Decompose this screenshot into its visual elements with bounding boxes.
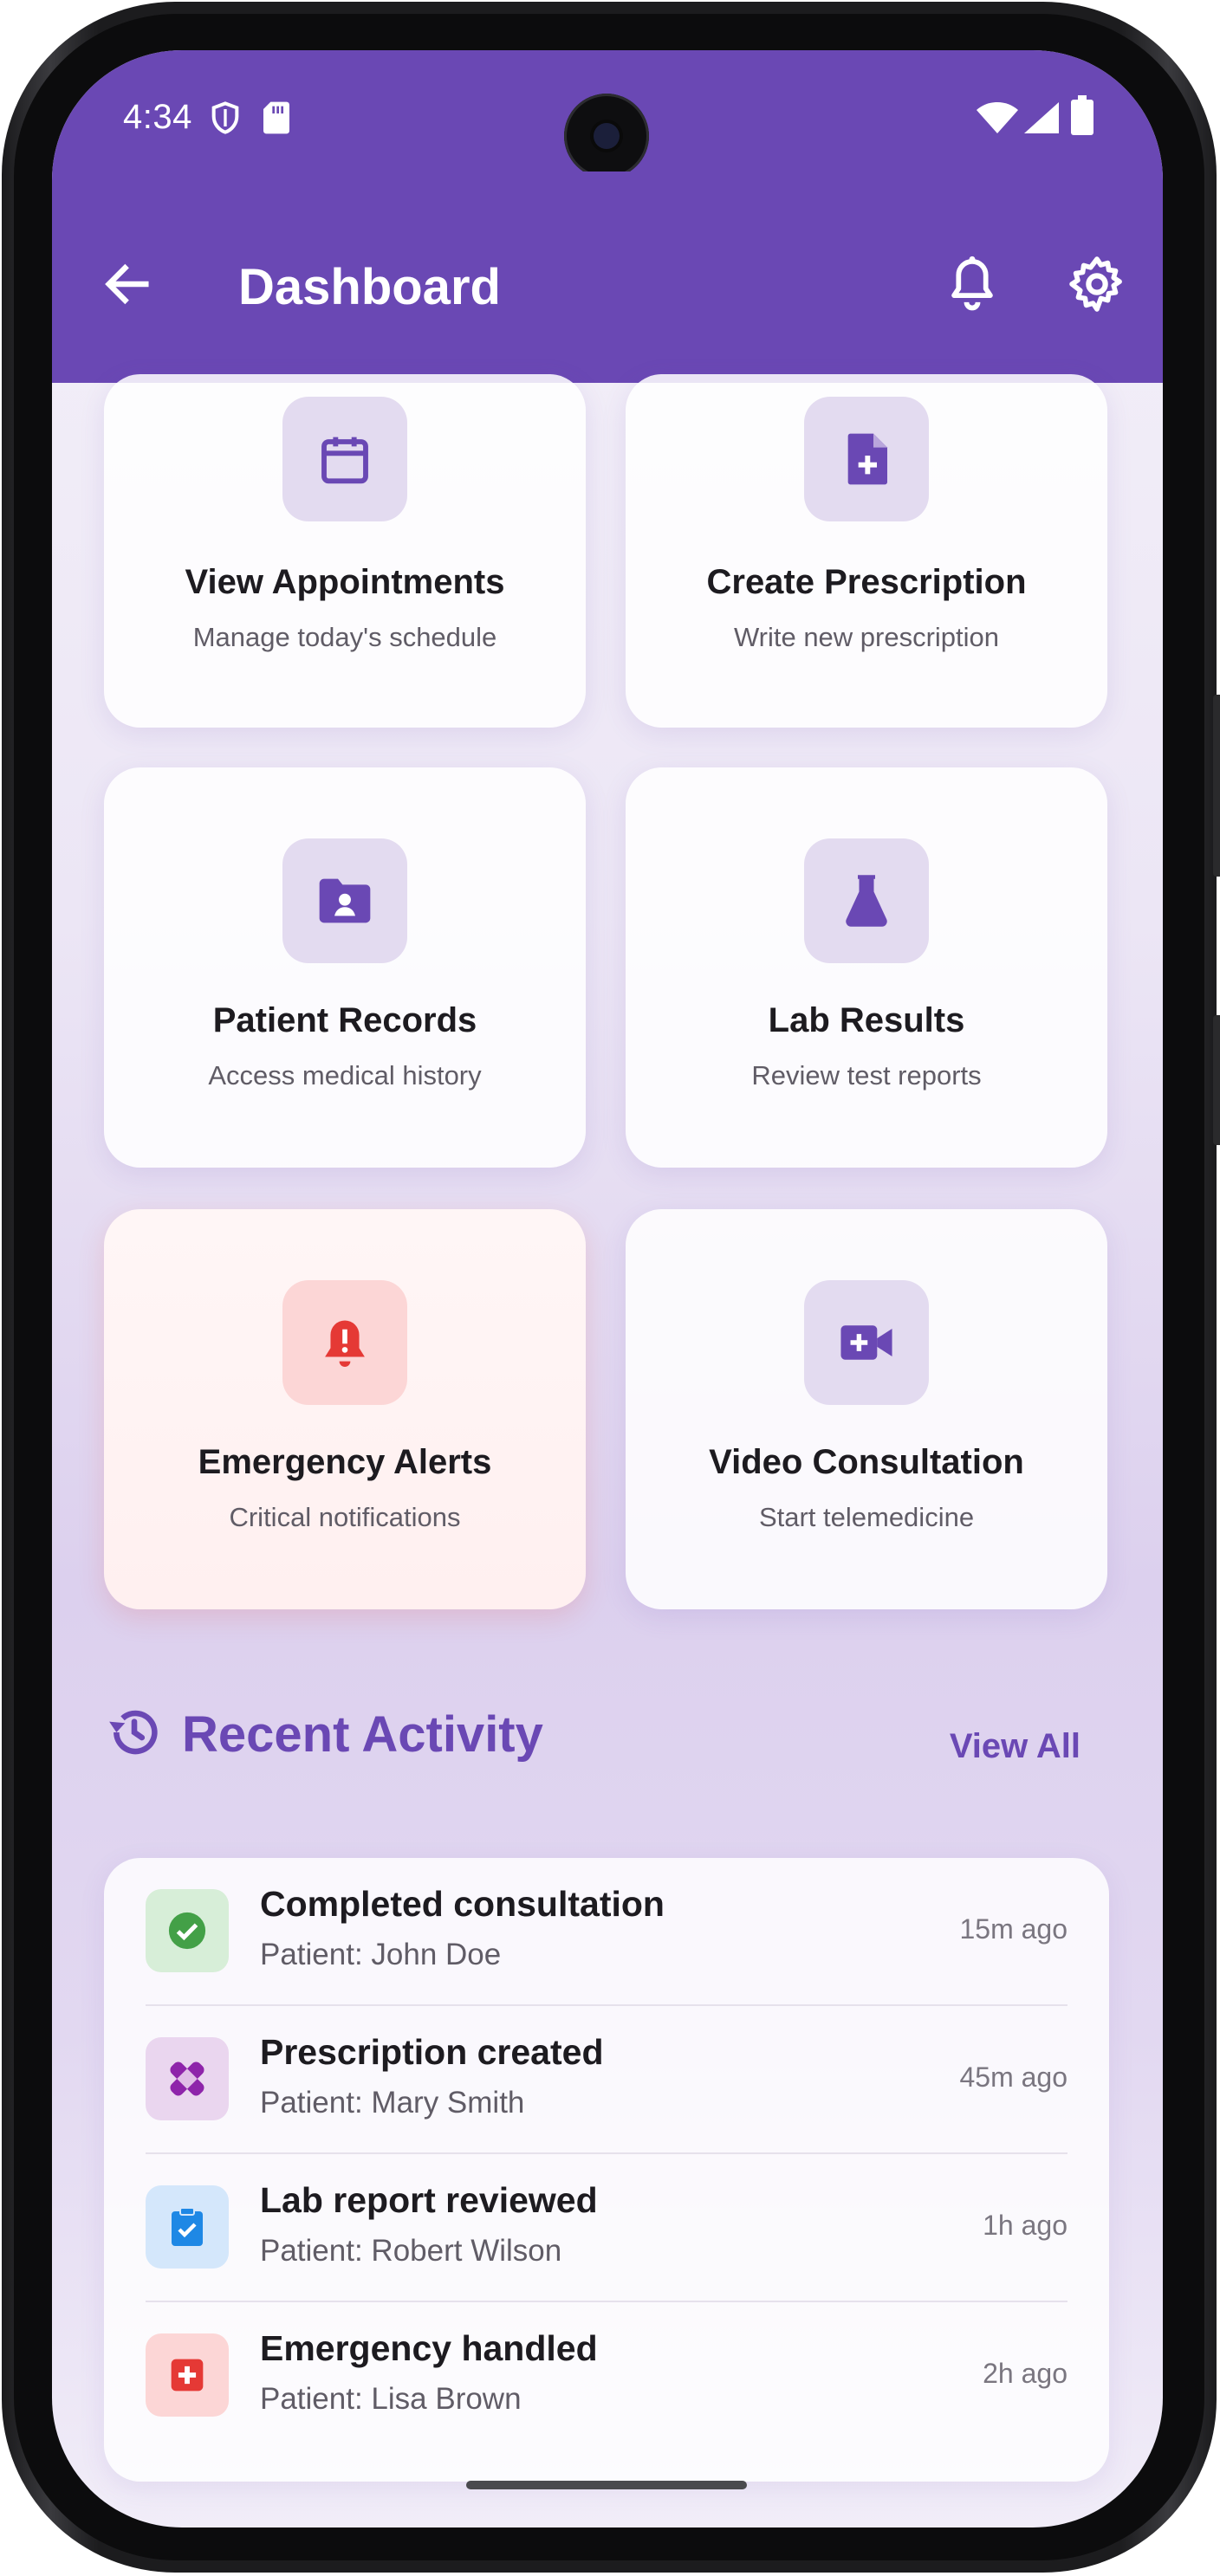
bandage-icon — [146, 2037, 229, 2120]
page-title: Dashboard — [238, 259, 501, 315]
card-patient-records[interactable]: Patient Records Access medical history — [104, 767, 586, 1168]
flask-icon — [804, 838, 929, 963]
back-arrow-icon[interactable] — [100, 256, 155, 316]
notification-bell-icon[interactable] — [944, 255, 1000, 318]
signal-icon — [1022, 100, 1061, 139]
volume-button — [1213, 695, 1220, 877]
screen: 4:34 Dashboard View Appointments Manage … — [52, 50, 1163, 2527]
card-subtitle: Access medical history — [208, 1060, 482, 1091]
card-video-consultation[interactable]: Video Consultation Start telemedicine — [626, 1209, 1107, 1609]
activity-title: Completed consultation — [260, 1884, 665, 1924]
activity-patient: Patient: Robert Wilson — [260, 2234, 562, 2268]
recent-activity-header: Recent Activity — [106, 1704, 543, 1765]
card-title: View Appointments — [185, 563, 505, 601]
activity-item[interactable]: Lab report reviewed Patient: Robert Wils… — [146, 2154, 1068, 2302]
battery-icon — [1071, 95, 1093, 139]
card-subtitle: Review test reports — [751, 1060, 982, 1091]
power-button — [1213, 1015, 1220, 1145]
card-title: Emergency Alerts — [198, 1443, 492, 1481]
check-circle-icon — [146, 1889, 229, 1972]
activity-title: Prescription created — [260, 2032, 604, 2072]
card-subtitle: Critical notifications — [229, 1502, 461, 1532]
card-title: Patient Records — [212, 1001, 477, 1039]
medical-cross-icon — [146, 2333, 229, 2417]
card-title: Create Prescription — [706, 563, 1027, 601]
document-plus-icon — [804, 397, 929, 521]
clipboard-check-icon — [146, 2185, 229, 2269]
activity-item[interactable]: Prescription created Patient: Mary Smith… — [146, 2006, 1068, 2154]
card-lab-results[interactable]: Lab Results Review test reports — [626, 767, 1107, 1168]
dashboard-content: View Appointments Manage today's schedul… — [52, 374, 1163, 2527]
card-view-appointments[interactable]: View Appointments Manage today's schedul… — [104, 374, 586, 728]
shield-icon — [208, 99, 243, 141]
status-time: 4:34 — [123, 98, 192, 136]
wifi-icon — [976, 100, 1019, 139]
card-title: Lab Results — [768, 1001, 965, 1039]
app-bar: Dashboard — [52, 172, 1163, 383]
view-all-link[interactable]: View All — [950, 1727, 1080, 1766]
activity-item[interactable]: Completed consultation Patient: John Doe… — [146, 1858, 1068, 2006]
sd-card-icon — [262, 100, 291, 139]
patient-folder-icon — [282, 838, 407, 963]
section-title: Recent Activity — [182, 1706, 543, 1763]
activity-time: 15m ago — [959, 1913, 1068, 1945]
card-subtitle: Write new prescription — [733, 622, 1000, 652]
card-subtitle: Manage today's schedule — [192, 622, 497, 652]
activity-title: Emergency handled — [260, 2328, 598, 2368]
activity-patient: Patient: John Doe — [260, 1938, 502, 1971]
activity-time: 2h ago — [983, 2358, 1068, 2389]
card-title: Video Consultation — [709, 1443, 1024, 1481]
card-emergency-alerts[interactable]: Emergency Alerts Critical notifications — [104, 1209, 586, 1609]
video-plus-icon — [804, 1280, 929, 1405]
status-bar: 4:34 — [52, 50, 1163, 178]
activity-patient: Patient: Mary Smith — [260, 2086, 525, 2120]
calendar-icon — [282, 397, 407, 521]
card-subtitle: Start telemedicine — [758, 1502, 975, 1532]
card-create-prescription[interactable]: Create Prescription Write new prescripti… — [626, 374, 1107, 728]
activity-list: Completed consultation Patient: John Doe… — [104, 1858, 1109, 2482]
activity-title: Lab report reviewed — [260, 2180, 598, 2220]
activity-patient: Patient: Lisa Brown — [260, 2382, 522, 2416]
settings-gear-icon[interactable] — [1068, 255, 1126, 318]
alert-bell-icon — [282, 1280, 407, 1405]
home-indicator[interactable] — [466, 2481, 747, 2489]
activity-time: 1h ago — [983, 2210, 1068, 2241]
activity-time: 45m ago — [959, 2061, 1068, 2093]
front-camera — [564, 94, 649, 178]
history-icon — [106, 1704, 163, 1765]
activity-item[interactable]: Emergency handled Patient: Lisa Brown 2h… — [146, 2302, 1068, 2450]
